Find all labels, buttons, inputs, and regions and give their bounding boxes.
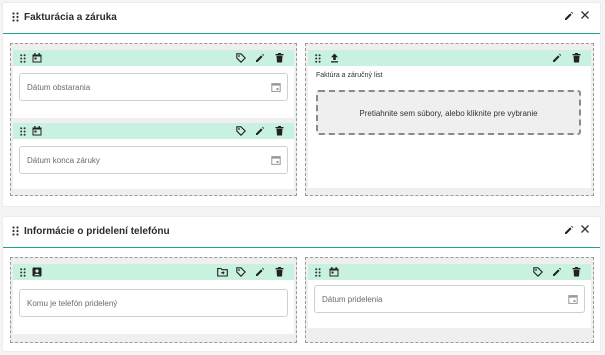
trash-icon[interactable]	[275, 267, 284, 277]
section-header: Fakturácia a záruka	[3, 3, 600, 34]
pencil-icon[interactable]	[552, 267, 562, 277]
field-toolbar	[308, 264, 591, 280]
date-field-pridelenia: Dátum pridelenia	[308, 264, 591, 328]
calendar-picker-icon[interactable]	[271, 82, 281, 92]
calendar-picker-icon[interactable]	[568, 294, 578, 304]
contact-input-komu[interactable]: Komu je telefón pridelený	[19, 289, 288, 317]
input-placeholder: Komu je telefón pridelený	[27, 299, 118, 308]
trash-icon[interactable]	[572, 267, 581, 277]
section-title: Fakturácia a záruka	[24, 12, 117, 23]
field-toolbar	[13, 264, 294, 280]
pencil-icon[interactable]	[255, 53, 265, 63]
file-field-label: Faktúra a záručný list	[316, 72, 383, 79]
tag-icon[interactable]	[236, 267, 246, 277]
dropzone-text: Pretiahnite sem súbory, alebo kliknite p…	[359, 109, 538, 118]
tag-icon[interactable]	[236, 126, 246, 136]
column-right: Faktúra a záručný list Pretiahnite sem s…	[305, 43, 594, 196]
pencil-icon[interactable]	[564, 11, 574, 21]
section-fakturacia: Fakturácia a záruka Dátum obstarania Dát…	[3, 3, 600, 206]
section-title: Informácie o pridelení telefónu	[24, 226, 170, 237]
input-placeholder: Dátum pridelenia	[322, 295, 383, 304]
upload-icon	[330, 53, 339, 63]
pencil-icon[interactable]	[255, 126, 265, 136]
input-placeholder: Dátum konca záruky	[27, 156, 100, 165]
pencil-icon[interactable]	[255, 267, 265, 277]
date-field-konca-zaruky: Dátum konca záruky	[13, 123, 294, 189]
file-field-faktura: Faktúra a záručný list Pretiahnite sem s…	[308, 50, 591, 188]
contact-card-icon	[32, 267, 42, 277]
column-left: Komu je telefón pridelený	[10, 257, 297, 343]
trash-icon[interactable]	[275, 126, 284, 136]
date-input-konca-zaruky[interactable]: Dátum konca záruky	[19, 146, 288, 174]
date-input-pridelenia[interactable]: Dátum pridelenia	[314, 285, 585, 313]
column-left: Dátum obstarania Dátum konca záruky	[10, 43, 297, 196]
drag-handle-icon[interactable]	[20, 54, 26, 63]
trash-icon[interactable]	[572, 53, 581, 63]
contact-field-komu: Komu je telefón pridelený	[13, 264, 294, 334]
calendar-icon	[329, 267, 339, 277]
drag-handle-icon[interactable]	[20, 268, 26, 277]
pencil-icon[interactable]	[552, 53, 562, 63]
section-header: Informácie o pridelení telefónu	[3, 217, 600, 248]
tag-icon[interactable]	[533, 267, 543, 277]
field-toolbar	[308, 50, 591, 66]
drag-handle-icon[interactable]	[20, 127, 26, 136]
input-placeholder: Dátum obstarania	[27, 83, 91, 92]
folder-move-icon[interactable]	[217, 267, 228, 277]
calendar-icon	[32, 126, 42, 136]
field-toolbar	[13, 123, 294, 139]
calendar-icon	[32, 53, 42, 63]
tag-icon[interactable]	[236, 53, 246, 63]
date-input-obstarania[interactable]: Dátum obstarania	[19, 73, 288, 101]
date-field-obstarania: Dátum obstarania	[13, 50, 294, 118]
close-icon[interactable]	[580, 10, 590, 20]
file-dropzone[interactable]: Pretiahnite sem súbory, alebo kliknite p…	[316, 90, 581, 135]
calendar-picker-icon[interactable]	[271, 155, 281, 165]
section-pridelenie: Informácie o pridelení telefónu Komu je …	[3, 217, 600, 351]
drag-handle-icon[interactable]	[12, 12, 19, 22]
pencil-icon[interactable]	[564, 225, 574, 235]
trash-icon[interactable]	[275, 53, 284, 63]
drag-handle-icon[interactable]	[315, 268, 321, 277]
close-icon[interactable]	[580, 224, 590, 234]
column-right: Dátum pridelenia	[305, 257, 594, 343]
drag-handle-icon[interactable]	[12, 226, 19, 236]
field-toolbar	[13, 50, 294, 66]
drag-handle-icon[interactable]	[315, 54, 321, 63]
